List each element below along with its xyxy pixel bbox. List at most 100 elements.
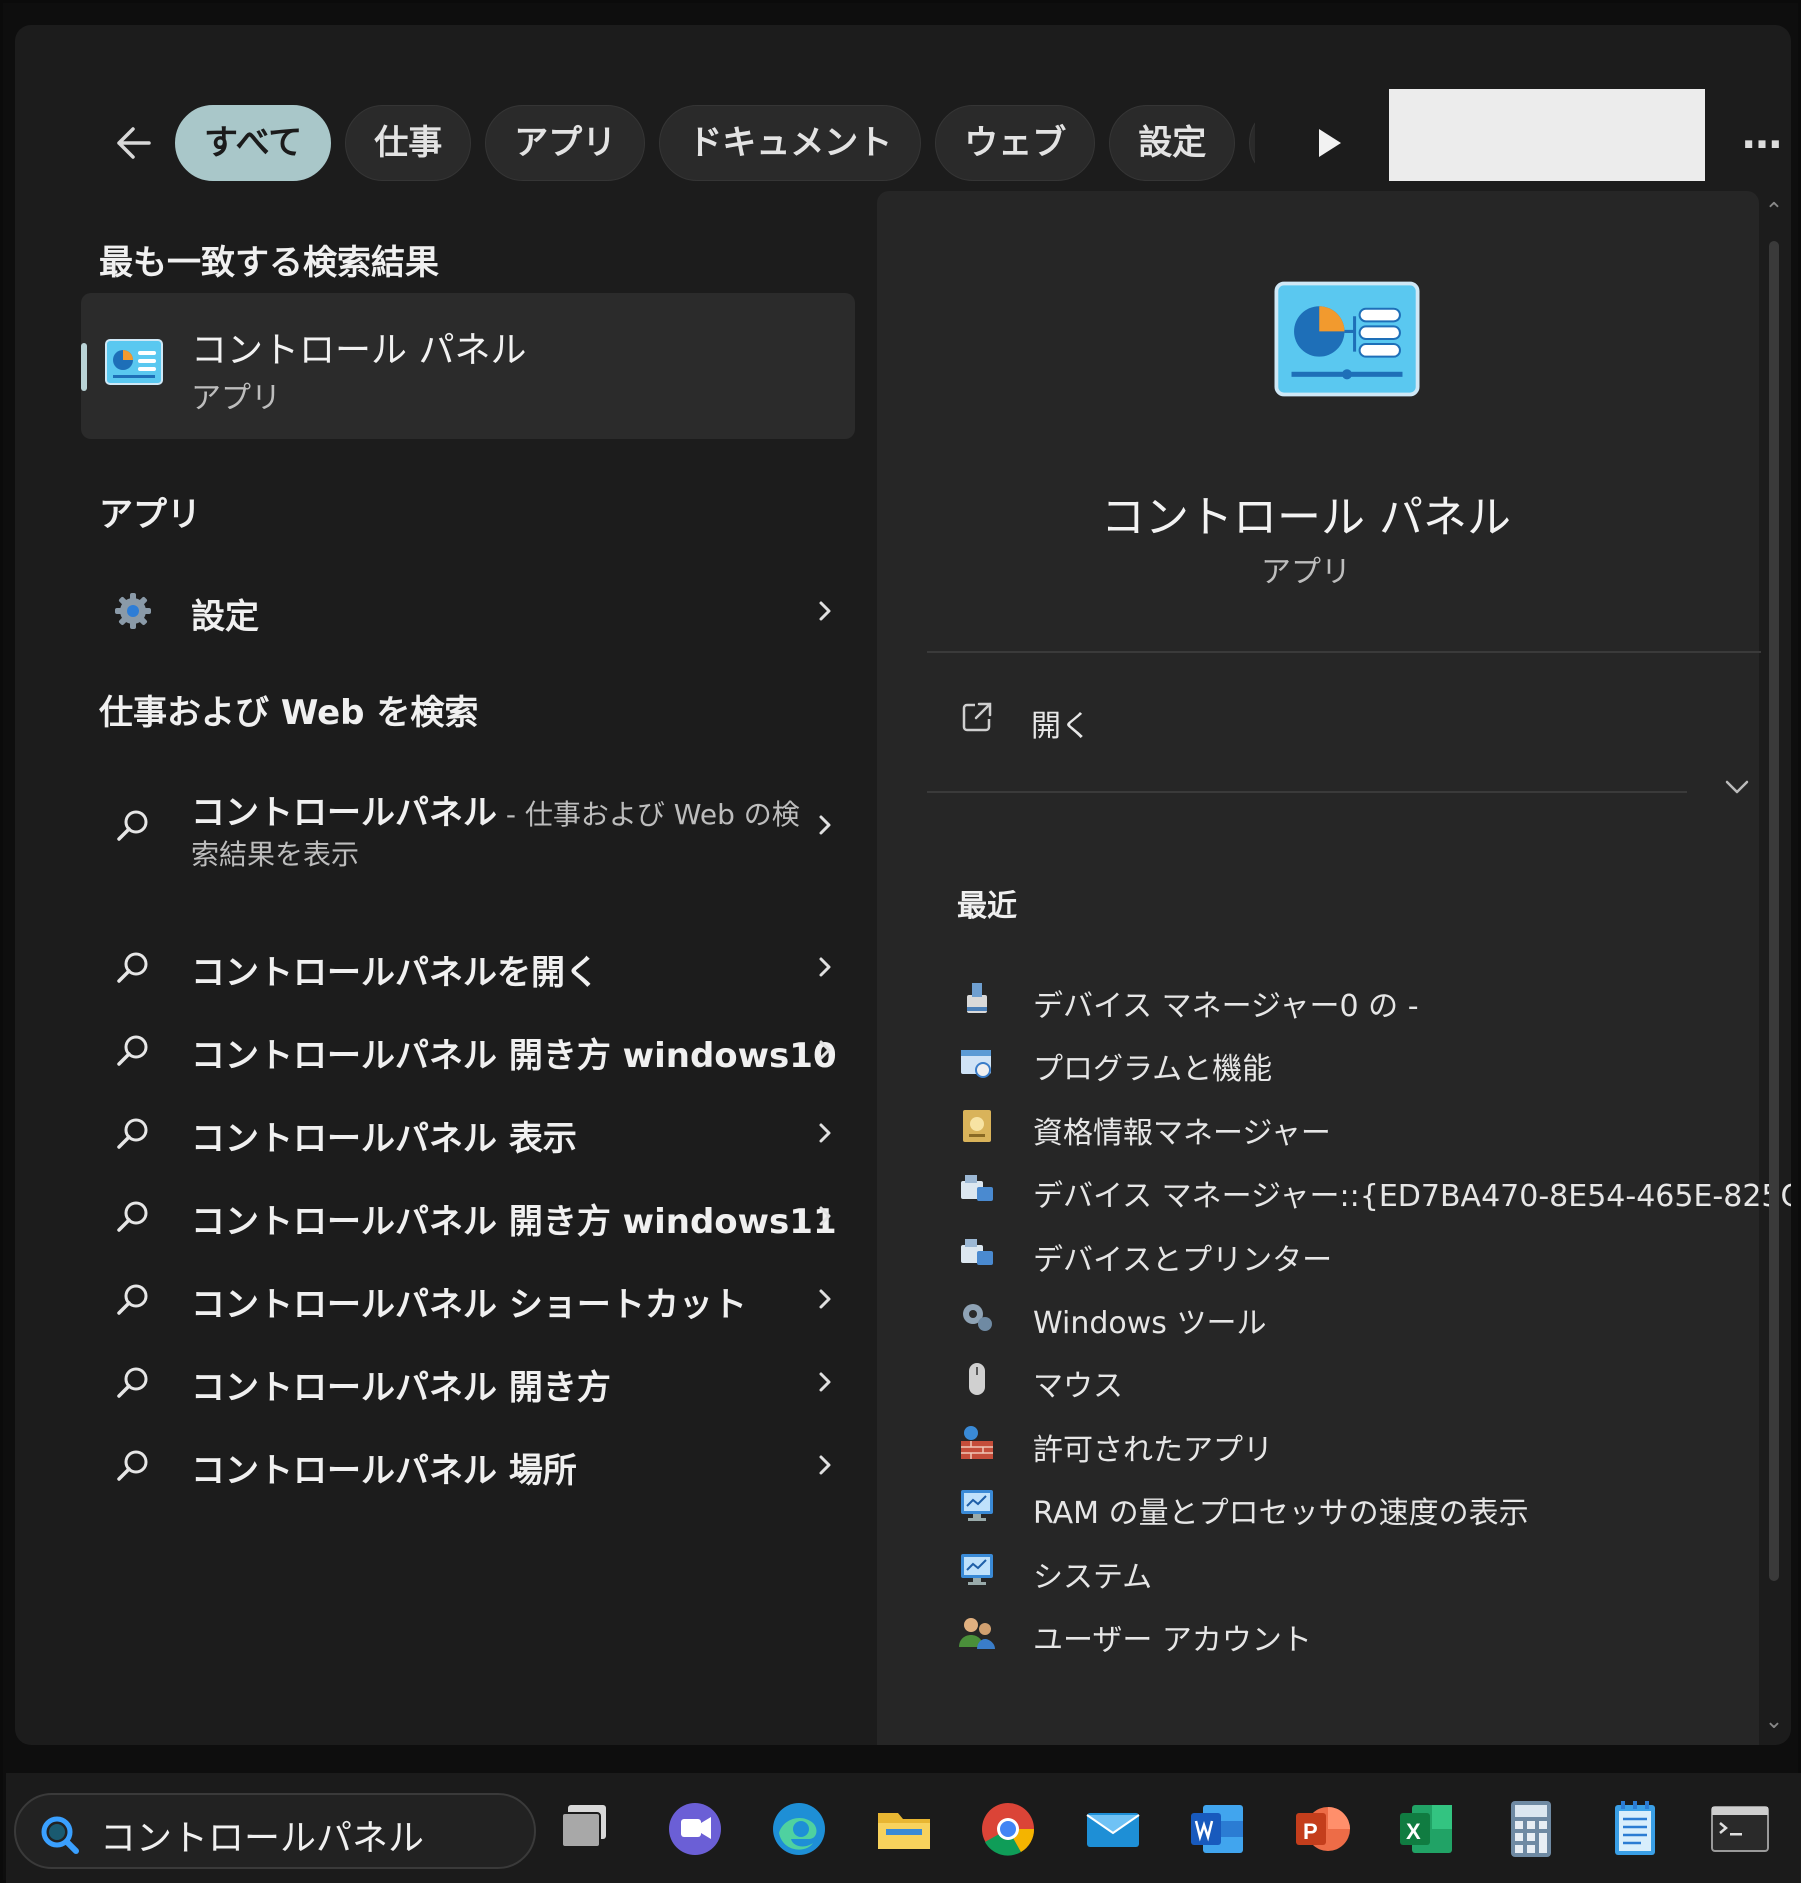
recent-item[interactable]: ユーザー アカウント bbox=[937, 1601, 1737, 1665]
recent-item[interactable]: プログラムと機能 bbox=[937, 1030, 1737, 1094]
best-match-heading: 最も一致する検索結果 bbox=[99, 243, 439, 283]
recent-item-label: RAM の量とプロセッサの速度の表示 bbox=[1033, 1496, 1529, 1532]
terminal-icon bbox=[1710, 1806, 1769, 1852]
mail-icon bbox=[1085, 1813, 1140, 1847]
web-suggestion-label: コントロールパネル 表示 bbox=[191, 1119, 577, 1159]
app-result-settings[interactable]: 設定 bbox=[99, 571, 839, 651]
recent-item[interactable]: デバイスとプリンター bbox=[937, 1221, 1737, 1285]
back-button[interactable] bbox=[105, 113, 165, 173]
search-icon bbox=[117, 1450, 148, 1481]
recent-item[interactable]: システム bbox=[937, 1538, 1737, 1602]
taskbar-app-task-view[interactable] bbox=[558, 1797, 622, 1861]
web-search-heading: 仕事および Web を検索 bbox=[99, 693, 479, 733]
open-label: 開く bbox=[1031, 709, 1091, 744]
recent-item-label: Windows ツール bbox=[1033, 1306, 1267, 1341]
firewall-icon bbox=[961, 1425, 993, 1459]
more-options-button[interactable]: … bbox=[1735, 115, 1791, 165]
recent-item-label: デバイスとプリンター bbox=[1033, 1242, 1333, 1278]
detail-title: コントロール パネル bbox=[1101, 492, 1511, 543]
users-icon bbox=[959, 1618, 995, 1649]
recent-item[interactable]: Windows ツール bbox=[937, 1284, 1737, 1348]
divider bbox=[927, 651, 1761, 653]
taskbar-app-calculator[interactable] bbox=[1499, 1797, 1563, 1861]
chevron-right-icon bbox=[819, 1123, 831, 1143]
scrollbar-thumb[interactable] bbox=[1769, 241, 1779, 1581]
taskbar-search-text: コントロールパネル bbox=[100, 1818, 425, 1859]
recent-item[interactable]: 許可されたアプリ bbox=[937, 1411, 1737, 1475]
taskbar-app-teams[interactable] bbox=[663, 1797, 727, 1861]
recent-item[interactable]: 資格情報マネージャー bbox=[937, 1094, 1737, 1158]
taskbar-app-edge[interactable] bbox=[767, 1797, 831, 1861]
apps-heading: アプリ bbox=[99, 495, 201, 535]
more-tabs-button[interactable] bbox=[1311, 123, 1347, 163]
taskbar-app-word[interactable] bbox=[1185, 1797, 1249, 1861]
search-field[interactable] bbox=[1389, 89, 1705, 181]
filter-tab-2[interactable]: アプリ bbox=[485, 105, 646, 181]
calculator-icon bbox=[1510, 1801, 1551, 1857]
filter-tab-1[interactable]: 仕事 bbox=[345, 105, 472, 181]
svg-text:X: X bbox=[1406, 1819, 1421, 1844]
taskbar-app-powerpoint[interactable]: P bbox=[1290, 1797, 1354, 1861]
teams-icon bbox=[668, 1803, 721, 1855]
scroll-down-icon[interactable]: ⌄ bbox=[1763, 1711, 1785, 1733]
filter-tab-0[interactable]: すべて bbox=[175, 105, 332, 181]
web-suggestion-label: コントロールパネル 開き方 windows11 bbox=[191, 1202, 837, 1242]
recent-item-label: 許可されたアプリ bbox=[1033, 1432, 1273, 1468]
open-button[interactable]: 開く bbox=[927, 677, 1727, 757]
recent-item-label: 資格情報マネージャー bbox=[1033, 1115, 1331, 1151]
search-icon bbox=[117, 1118, 148, 1149]
taskbar-app-excel[interactable]: X bbox=[1394, 1797, 1458, 1861]
word-icon bbox=[1191, 1805, 1243, 1853]
filter-tab-3[interactable]: ドキュメント bbox=[659, 105, 922, 181]
taskbar-app-notepad[interactable] bbox=[1603, 1797, 1667, 1861]
filter-tab-5[interactable]: 設定 bbox=[1109, 105, 1236, 181]
web-suggestion-row[interactable]: コントロールパネル 開き方 windows11 bbox=[99, 1176, 839, 1256]
search-icon bbox=[117, 1201, 148, 1232]
scrollbar[interactable]: ⌃ ⌄ bbox=[1763, 201, 1785, 1741]
web-suggestion-row[interactable]: コントロールパネル 開き方 windows10 bbox=[99, 1010, 839, 1090]
scroll-up-icon[interactable]: ⌃ bbox=[1763, 201, 1785, 223]
recent-item-label: プログラムと機能 bbox=[1033, 1052, 1273, 1088]
web-suggestion-row[interactable]: コントロールパネル 表示 bbox=[99, 1093, 839, 1173]
recent-item[interactable]: RAM の量とプロセッサの速度の表示 bbox=[937, 1474, 1737, 1538]
taskbar-search-box[interactable]: コントロールパネル bbox=[14, 1793, 536, 1869]
search-icon bbox=[117, 1367, 148, 1398]
play-right-icon bbox=[1319, 129, 1341, 157]
filter-tab-4[interactable]: ウェブ bbox=[935, 105, 1096, 181]
web-result-first[interactable]: コントロールパネル - 仕事および Web の検 索結果を表示 bbox=[99, 785, 839, 895]
recent-item[interactable]: デバイス マネージャー::{ED7BA470-8E54-465E-825C-99… bbox=[937, 1157, 1791, 1221]
chevron-down-icon[interactable] bbox=[1717, 767, 1757, 807]
control-panel-icon bbox=[1274, 281, 1420, 397]
chevron-right-icon bbox=[819, 1372, 831, 1392]
web-suggestion-row[interactable]: コントロールパネル ショートカット bbox=[99, 1259, 839, 1339]
web-suggestion-row[interactable]: コントロールパネル 開き方 bbox=[99, 1342, 839, 1422]
search-icon bbox=[117, 1284, 148, 1315]
devices-icon bbox=[961, 1175, 993, 1202]
search-icon bbox=[41, 1816, 79, 1854]
best-match-card[interactable]: コントロール パネル アプリ bbox=[81, 293, 855, 439]
screen: すべて仕事アプリドキュメントウェブ設定人フ: … 最も一致する検索結果 コントロ… bbox=[0, 0, 1801, 1883]
filter-tab-6[interactable]: 人 bbox=[1249, 105, 1255, 181]
selection-indicator bbox=[81, 343, 87, 391]
recent-item-label: デバイス マネージャー0 の - bbox=[1033, 989, 1419, 1024]
web-suggestion-label: コントロールパネル ショートカット bbox=[191, 1285, 747, 1325]
web-suggestion-row[interactable]: コントロールパネルを開く bbox=[99, 927, 839, 1007]
taskbar-app-terminal[interactable] bbox=[1708, 1797, 1772, 1861]
gear-icon bbox=[115, 593, 151, 629]
control-panel-icon bbox=[105, 339, 163, 385]
file-explorer-icon bbox=[877, 1813, 930, 1849]
chevron-right-icon bbox=[819, 1206, 831, 1226]
chrome-icon bbox=[982, 1803, 1035, 1856]
tools-icon bbox=[963, 1304, 992, 1331]
web-suggestion-label: コントロールパネル 場所 bbox=[191, 1451, 577, 1491]
taskbar-app-file-explorer[interactable] bbox=[872, 1797, 936, 1861]
recent-item[interactable]: マウス bbox=[937, 1347, 1737, 1411]
web-suggestion-label: コントロールパネルを開く bbox=[191, 953, 599, 993]
chevron-right-icon bbox=[819, 1040, 831, 1060]
taskbar-app-mail[interactable] bbox=[1081, 1797, 1145, 1861]
recent-item[interactable]: デバイス マネージャー0 の - bbox=[937, 967, 1737, 1031]
web-suggestion-row[interactable]: コントロールパネル 場所 bbox=[99, 1425, 839, 1505]
search-panel: すべて仕事アプリドキュメントウェブ設定人フ: … 最も一致する検索結果 コントロ… bbox=[15, 25, 1791, 1745]
taskbar-app-chrome[interactable] bbox=[976, 1797, 1040, 1861]
chevron-right-icon bbox=[819, 601, 831, 621]
